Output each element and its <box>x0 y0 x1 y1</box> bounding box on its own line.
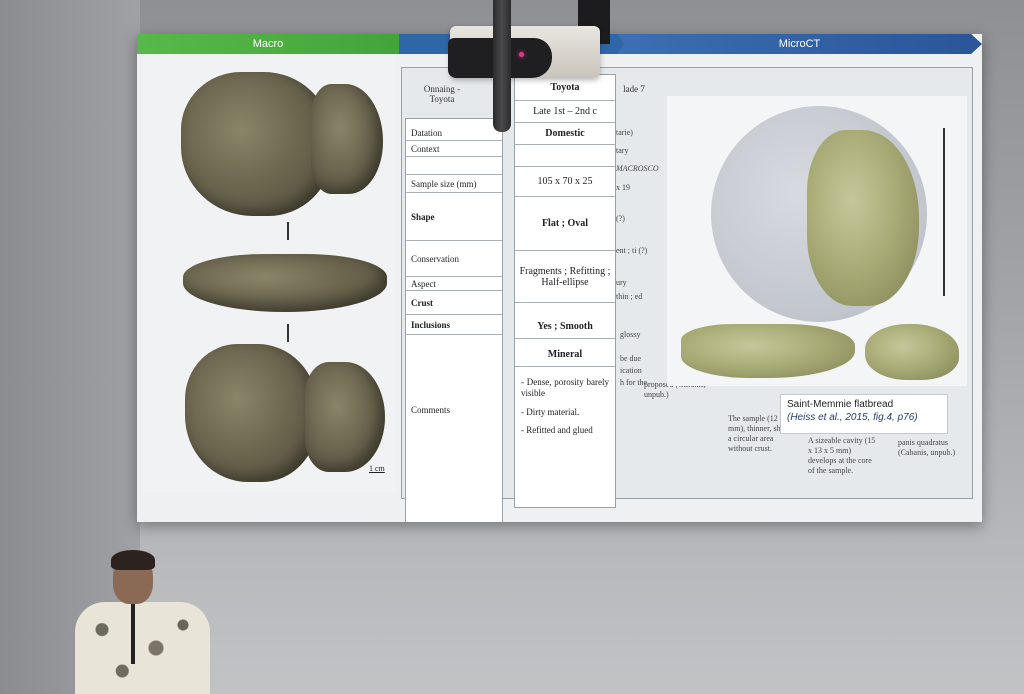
table-cell-ent: ent ; ti (?) <box>616 246 648 255</box>
presenter-lanyard <box>131 604 135 664</box>
microct-banner-label: MicroCT <box>778 38 821 50</box>
bread-fragment-top <box>181 72 331 216</box>
presenter-shirt <box>75 602 210 694</box>
row-label-column: Datation Context Sample size (mm) Shape … <box>405 118 503 522</box>
table-cell-cavity: A sizeable cavity (15 x 13 x 5 mm) devel… <box>808 436 876 475</box>
caption-title: Saint-Memmie flatbread <box>787 399 894 410</box>
table-cell-tarie: tarie) <box>616 128 633 137</box>
microct-bread-top <box>807 130 919 306</box>
table-cell-glossy: glossy <box>620 330 641 339</box>
row-label-crust: Crust <box>406 291 502 315</box>
table-cell-due: be due <box>620 354 642 363</box>
value-blank <box>515 145 615 167</box>
row-label-comments: Comments <box>411 405 451 415</box>
value-inclusions: Mineral <box>515 343 615 367</box>
value-shape: Flat ; Oval <box>515 197 615 251</box>
bread-fragment-top-right <box>311 84 383 194</box>
table-cell-panis: panis quadratus (Cabanis, unpub.) <box>898 438 956 457</box>
macro-photo-panel: 1 cm <box>143 56 395 492</box>
row-label-conservation: Conservation <box>406 241 502 277</box>
scale-mark-1 <box>287 222 289 240</box>
value-context: Domestic <box>515 123 615 145</box>
macro-banner-label: Macro <box>252 38 284 50</box>
row-label-blank <box>406 157 502 175</box>
microct-banner: MicroCT <box>617 34 982 54</box>
comment-line-2: - Dirty material. <box>521 406 580 417</box>
scale-mark-2 <box>287 324 289 342</box>
caption-citation: (Heiss et al., 2015, fig.4, p76) <box>787 412 918 423</box>
table-cell-ury: ury <box>616 278 627 287</box>
row-label-sample-size: Sample size (mm) <box>406 175 502 193</box>
table-cell-thin: thin ; ed <box>616 292 643 301</box>
row-label-datation: Datation <box>406 125 502 141</box>
value-conservation: Fragments ; Refitting ; Half-ellipse <box>515 251 615 303</box>
comment-line-1: - Dense, porosity barely visible <box>521 377 609 399</box>
presenter-hair <box>111 550 155 570</box>
projection-screen: Macro MicroCT 1 cm Onnaing - Toyota lade… <box>137 34 982 522</box>
presenter <box>75 548 215 694</box>
macro-banner: Macro <box>137 34 399 54</box>
microct-bread-section <box>865 324 959 380</box>
projector-arm <box>493 0 511 132</box>
microct-bread-side <box>681 324 855 378</box>
bread-fragment-bottom-right <box>305 362 385 472</box>
table-cell-tary: tary <box>616 146 629 155</box>
image-caption: Saint-Memmie flatbread (Heiss et al., 20… <box>780 394 948 434</box>
value-comments: - Dense, porosity barely visible - Dirty… <box>521 377 609 443</box>
table-header-blade: lade 7 <box>623 84 645 94</box>
row-label-context: Context <box>406 141 502 157</box>
bread-fragment-bottom <box>185 344 317 482</box>
microct-scale-line <box>943 128 945 296</box>
bread-fragment-side <box>183 254 387 312</box>
table-cell-ication: ication <box>620 366 642 375</box>
table-cell-macrosco: MACROSCO <box>616 164 659 173</box>
row-label-shape: Shape <box>406 193 502 241</box>
row-label-inclusions: Inclusions <box>406 315 502 335</box>
table-cell-19: x 19 <box>616 183 630 192</box>
scale-label: 1 cm <box>369 464 385 473</box>
value-crust: Yes ; Smooth <box>515 315 615 339</box>
value-title: Toyota <box>515 75 615 101</box>
comment-line-3: - Refitted and glued <box>521 424 593 435</box>
microct-image-panel <box>667 96 967 386</box>
table-header-onnaing: Onnaing - Toyota <box>423 84 461 104</box>
projector-led <box>519 52 524 57</box>
table-cell-question: (?) <box>616 214 625 223</box>
value-sample-size: 105 x 70 x 25 <box>515 167 615 197</box>
toyota-value-column: Toyota Late 1st – 2nd c Domestic 105 x 7… <box>514 74 616 508</box>
row-label-aspect: Aspect <box>406 277 502 291</box>
value-datation: Late 1st – 2nd c <box>515 101 615 123</box>
